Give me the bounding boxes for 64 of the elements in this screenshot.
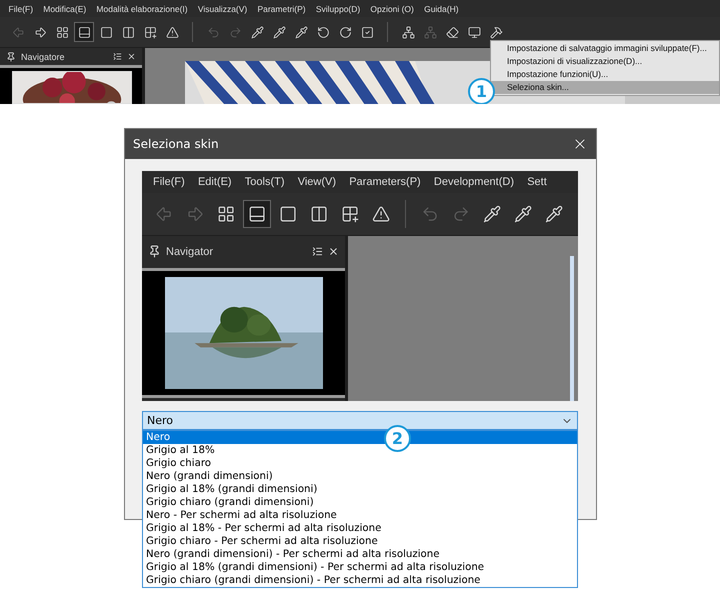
menu-item[interactable]: Guida(H) (424, 4, 459, 14)
close-icon[interactable] (328, 246, 339, 258)
window-title: Seleziona skin (133, 137, 220, 151)
eyedropper-icon (482, 204, 502, 223)
panel-title: Navigator (166, 246, 214, 258)
eyedropper-icon (544, 204, 564, 223)
rotate-left-icon (316, 26, 330, 38)
menu-item[interactable]: Parameters(P) (349, 176, 421, 188)
eyedropper-icon (272, 26, 286, 38)
pin-icon (148, 245, 161, 258)
menu-item[interactable]: File(F) (153, 176, 185, 188)
eraser-icon (446, 26, 458, 38)
grid-icon (216, 204, 236, 223)
toolbar-button[interactable] (243, 200, 271, 228)
menu-item[interactable]: Parametri(P) (257, 4, 306, 14)
columns-icon (122, 26, 134, 38)
rotate-right-icon (338, 26, 352, 38)
panel-menu-icon[interactable] (312, 246, 323, 258)
menu-item[interactable]: Visualizza(V) (198, 4, 248, 14)
menu-item[interactable]: Development(D) (434, 176, 514, 188)
pin-icon (6, 52, 16, 62)
menu-item[interactable]: Impostazione di salvataggio immagini sviluppate(F)... (491, 42, 719, 55)
panel-menu-icon[interactable] (113, 52, 122, 61)
warning-icon (372, 204, 390, 223)
network-icon (402, 26, 414, 38)
menu-item[interactable]: Sviluppo(D) (316, 4, 360, 14)
eyedropper-icon (514, 204, 532, 223)
arrow-left-icon (12, 26, 24, 38)
menu-item[interactable]: Sett (527, 176, 547, 188)
arrow-left-icon (154, 204, 174, 223)
menu-item[interactable]: Edit(E) (198, 176, 232, 188)
square-icon (100, 26, 112, 38)
network-icon (424, 26, 436, 38)
layout-icon (248, 204, 266, 223)
redo-icon (452, 204, 470, 223)
menu-item[interactable]: File(F) (8, 4, 34, 14)
menu-item[interactable]: View(V) (298, 176, 336, 188)
grid-icon (56, 26, 68, 38)
menu-item[interactable]: Impostazioni di visualizzazione(D)... (491, 55, 719, 68)
redo-icon (228, 26, 242, 38)
panel-title: Navigatore (21, 52, 66, 62)
toolbar-button[interactable] (74, 22, 94, 42)
arrow-right-icon (186, 204, 204, 223)
arrow-right-icon (34, 26, 46, 38)
menu-item[interactable]: Modalità elaborazione(I) (96, 4, 188, 14)
checkbox-icon (360, 26, 374, 38)
columns-icon (310, 204, 328, 223)
grid-icon (340, 204, 360, 223)
skin-dropdown[interactable]: Nero (142, 411, 578, 430)
layout-icon (78, 26, 90, 38)
menu-item[interactable]: Tools(T) (244, 176, 285, 188)
menu-item[interactable]: Impostazione funzioni(U)... (491, 68, 719, 81)
menu-item[interactable]: Opzioni (O) (370, 4, 414, 14)
menu-item[interactable]: Seleziona skin... (491, 81, 719, 94)
close-icon[interactable] (127, 52, 136, 61)
eyedropper-icon (250, 26, 264, 38)
menu-item[interactable]: Modifica(E) (43, 4, 86, 14)
monitor-icon (468, 26, 480, 38)
eyedropper-icon (294, 26, 308, 38)
undo-icon (206, 26, 220, 38)
warning-icon (166, 26, 178, 38)
grid-icon (144, 26, 156, 38)
square-icon (278, 204, 298, 223)
undo-icon (420, 204, 440, 223)
